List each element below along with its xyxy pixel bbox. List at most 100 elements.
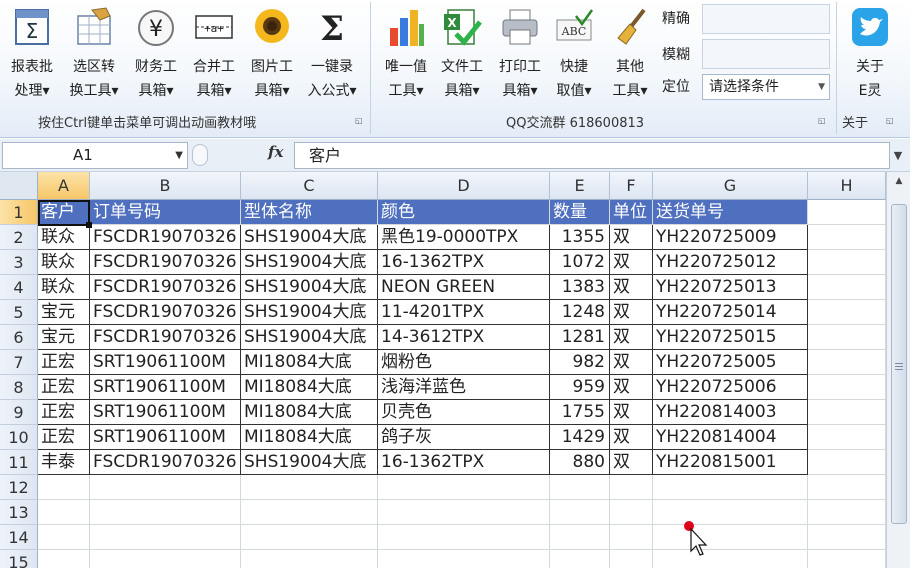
table-cell[interactable]: 959 — [550, 375, 610, 400]
table-cell[interactable]: 1755 — [550, 400, 610, 425]
table-cell[interactable]: YH220725009 — [653, 225, 808, 250]
row-header[interactable]: 12 — [0, 475, 38, 500]
selection-convert-button[interactable]: 选区转 换工具▾ — [66, 4, 122, 100]
table-cell[interactable]: 双 — [610, 425, 653, 450]
table-cell[interactable]: SRT19061100M — [90, 400, 241, 425]
empty-cell[interactable] — [653, 475, 808, 500]
empty-cell[interactable] — [550, 525, 610, 550]
table-cell[interactable]: SHS19004大底 — [241, 275, 378, 300]
table-cell[interactable]: YH220814003 — [653, 400, 808, 425]
empty-cell[interactable] — [808, 525, 886, 550]
table-cell[interactable]: YH220815001 — [653, 450, 808, 475]
table-header-cell[interactable]: 型体名称 — [241, 200, 378, 225]
empty-cell[interactable] — [808, 200, 886, 225]
table-cell[interactable]: 正宏 — [38, 400, 90, 425]
row-header[interactable]: 4 — [0, 275, 38, 300]
table-cell[interactable]: FSCDR19070326 — [90, 325, 241, 350]
table-header-cell[interactable]: 送货单号 — [653, 200, 808, 225]
empty-cell[interactable] — [90, 500, 241, 525]
scroll-up-icon[interactable]: ▲ — [891, 176, 907, 190]
empty-cell[interactable] — [90, 475, 241, 500]
row-header[interactable]: 7 — [0, 350, 38, 375]
table-cell[interactable]: SRT19061100M — [90, 425, 241, 450]
empty-cell[interactable] — [550, 475, 610, 500]
table-cell[interactable]: YH220725006 — [653, 375, 808, 400]
table-cell[interactable]: 双 — [610, 375, 653, 400]
column-header[interactable]: A — [38, 172, 90, 200]
table-cell[interactable]: 1355 — [550, 225, 610, 250]
table-header-cell[interactable]: 数量 — [550, 200, 610, 225]
empty-cell[interactable] — [808, 350, 886, 375]
empty-cell[interactable] — [808, 425, 886, 450]
table-cell[interactable]: 宝元 — [38, 325, 90, 350]
row-header[interactable]: 13 — [0, 500, 38, 525]
group1-launcher-icon[interactable]: ◱ — [355, 116, 365, 126]
table-cell[interactable]: 正宏 — [38, 425, 90, 450]
exact-input[interactable] — [702, 4, 830, 34]
select-all-corner[interactable] — [0, 172, 38, 200]
empty-cell[interactable] — [38, 475, 90, 500]
table-cell[interactable]: 16-1362TPX — [378, 450, 550, 475]
row-header[interactable]: 15 — [0, 550, 38, 568]
row-header[interactable]: 11 — [0, 450, 38, 475]
table-cell[interactable]: 双 — [610, 400, 653, 425]
report-batch-button[interactable]: Σ 报表批 处理▾ — [4, 4, 60, 100]
empty-cell[interactable] — [378, 550, 550, 568]
row-header[interactable]: 10 — [0, 425, 38, 450]
empty-cell[interactable] — [808, 250, 886, 275]
table-cell[interactable]: FSCDR19070326 — [90, 450, 241, 475]
table-cell[interactable]: FSCDR19070326 — [90, 225, 241, 250]
table-cell[interactable]: FSCDR19070326 — [90, 300, 241, 325]
print-toolbox-button[interactable]: 打印工 具箱▾ — [492, 4, 548, 100]
empty-cell[interactable] — [38, 550, 90, 568]
row-header[interactable]: 3 — [0, 250, 38, 275]
fuzzy-input[interactable] — [702, 39, 830, 69]
table-cell[interactable]: SHS19004大底 — [241, 450, 378, 475]
column-header[interactable]: D — [378, 172, 550, 200]
empty-cell[interactable] — [610, 550, 653, 568]
table-cell[interactable]: YH220725005 — [653, 350, 808, 375]
table-cell[interactable]: SHS19004大底 — [241, 225, 378, 250]
table-cell[interactable]: SRT19061100M — [90, 350, 241, 375]
table-cell[interactable]: 1281 — [550, 325, 610, 350]
unique-value-button[interactable]: 唯一值 工具▾ — [378, 4, 434, 100]
table-cell[interactable]: NEON GREEN — [378, 275, 550, 300]
table-cell[interactable]: 14-3612TPX — [378, 325, 550, 350]
table-cell[interactable]: 双 — [610, 250, 653, 275]
condition-select[interactable]: 请选择条件 ▼ — [702, 74, 830, 100]
column-header[interactable]: G — [653, 172, 808, 200]
table-cell[interactable]: YH220725015 — [653, 325, 808, 350]
table-cell[interactable]: 正宏 — [38, 375, 90, 400]
table-cell[interactable]: 双 — [610, 300, 653, 325]
row-header[interactable]: 14 — [0, 525, 38, 550]
row-header[interactable]: 6 — [0, 325, 38, 350]
table-cell[interactable]: 正宏 — [38, 350, 90, 375]
empty-cell[interactable] — [38, 525, 90, 550]
empty-cell[interactable] — [610, 475, 653, 500]
file-toolbox-button[interactable]: X 文件工 具箱▾ — [434, 4, 490, 100]
table-cell[interactable]: YH220725012 — [653, 250, 808, 275]
table-cell[interactable]: 联众 — [38, 250, 90, 275]
empty-cell[interactable] — [808, 275, 886, 300]
vertical-scrollbar[interactable]: ▲ — [886, 172, 910, 568]
empty-cell[interactable] — [808, 375, 886, 400]
name-box[interactable]: A1 ▼ — [2, 142, 188, 169]
table-cell[interactable]: SHS19004大底 — [241, 300, 378, 325]
row-header[interactable]: 5 — [0, 300, 38, 325]
empty-cell[interactable] — [378, 525, 550, 550]
empty-cell[interactable] — [550, 550, 610, 568]
expand-formula-icon[interactable]: ▼ — [888, 143, 908, 168]
table-cell[interactable]: 联众 — [38, 225, 90, 250]
table-cell[interactable]: 丰泰 — [38, 450, 90, 475]
empty-cell[interactable] — [241, 500, 378, 525]
other-tools-button[interactable]: 其他 工具▾ — [602, 4, 658, 100]
table-cell[interactable]: 贝壳色 — [378, 400, 550, 425]
empty-cell[interactable] — [808, 300, 886, 325]
table-cell[interactable]: 浅海洋蓝色 — [378, 375, 550, 400]
name-box-dropdown-icon[interactable]: ▼ — [175, 143, 183, 168]
table-cell[interactable]: MI18084大底 — [241, 375, 378, 400]
empty-cell[interactable] — [653, 550, 808, 568]
empty-cell[interactable] — [241, 525, 378, 550]
table-cell[interactable]: 双 — [610, 275, 653, 300]
scroll-thumb[interactable] — [891, 204, 907, 524]
